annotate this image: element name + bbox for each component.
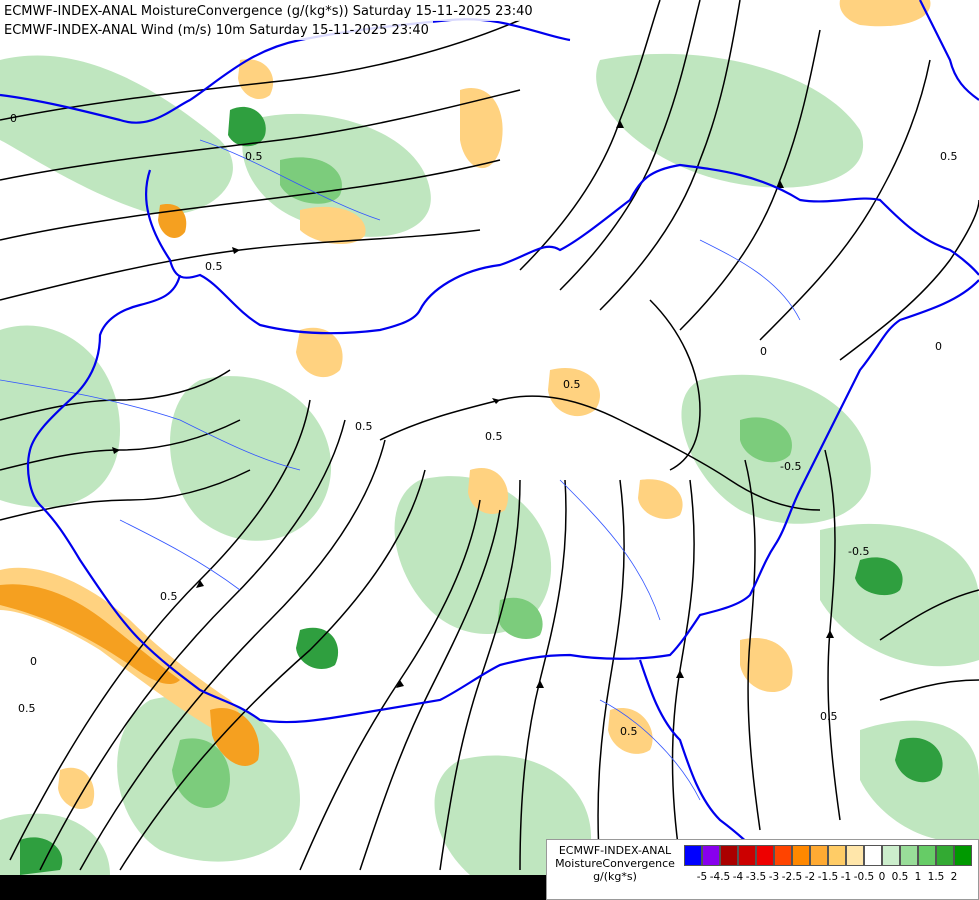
legend-tick-label: 0 (878, 871, 886, 883)
contour-label: 0.5 (820, 710, 838, 723)
contour-label: 0.5 (563, 378, 581, 391)
header-moisture-convergence: ECMWF-INDEX-ANAL MoistureConvergence (g/… (0, 2, 537, 21)
legend-swatch (864, 845, 882, 866)
legend-color-scale (684, 845, 972, 866)
legend-swatch (684, 845, 702, 866)
legend-tick-label: -4 (732, 871, 744, 883)
header-wind: ECMWF-INDEX-ANAL Wind (m/s) 10m Saturday… (0, 21, 433, 40)
legend-tick-label: -2.5 (781, 871, 803, 883)
legend-tick-label: 1.5 (927, 871, 945, 883)
contour-label: 0.5 (205, 260, 223, 273)
legend-tick-label: -1 (840, 871, 852, 883)
contour-label: 0 (10, 112, 17, 125)
legend-tick-label: -1.5 (817, 871, 839, 883)
legend-swatch (918, 845, 936, 866)
legend-tick-label: -2 (804, 871, 816, 883)
contour-label: 0.5 (245, 150, 263, 163)
contour-label: 0.5 (160, 590, 178, 603)
legend-swatch (702, 845, 720, 866)
legend-swatch (900, 845, 918, 866)
legend-tick-label: -0.5 (853, 871, 875, 883)
legend-tick-label: -3 (768, 871, 780, 883)
legend-tick-label: 1 (914, 871, 922, 883)
contour-label: 0 (760, 345, 767, 358)
legend-swatch (882, 845, 900, 866)
legend: ECMWF-INDEX-ANAL MoistureConvergence g/(… (546, 839, 979, 900)
contour-label: 0 (935, 340, 942, 353)
legend-swatch (954, 845, 972, 866)
contour-label: 0.5 (485, 430, 503, 443)
legend-swatch (846, 845, 864, 866)
legend-swatch (756, 845, 774, 866)
contour-label: -0.5 (848, 545, 869, 558)
contour-label: 0.5 (620, 725, 638, 738)
legend-swatch (810, 845, 828, 866)
legend-title: ECMWF-INDEX-ANAL MoistureConvergence g/(… (549, 844, 681, 883)
contour-label: 0.5 (940, 150, 958, 163)
legend-tick-label: -4.5 (709, 871, 731, 883)
legend-swatch (792, 845, 810, 866)
legend-title-line: MoistureConvergence (555, 857, 675, 870)
contour-label: 0.5 (18, 702, 36, 715)
legend-title-line: g/(kg*s) (593, 870, 637, 883)
legend-tick-label: -3.5 (745, 871, 767, 883)
map-canvas: 0 0.5 0.5 -0.5 0.5 0 0.5 0.5 -0.5 0.5 0 … (0, 0, 979, 900)
legend-tick-label: -5 (696, 871, 708, 883)
legend-swatch (738, 845, 756, 866)
legend-tick-label: 0.5 (891, 871, 909, 883)
contour-label: -0.5 (780, 460, 801, 473)
contour-label: 0 (30, 655, 37, 668)
legend-swatch (828, 845, 846, 866)
legend-title-line: ECMWF-INDEX-ANAL (558, 844, 672, 857)
legend-swatch (936, 845, 954, 866)
legend-swatch (774, 845, 792, 866)
contour-label: 0.5 (355, 420, 373, 433)
legend-swatch (720, 845, 738, 866)
legend-tick-label: 2 (950, 871, 958, 883)
